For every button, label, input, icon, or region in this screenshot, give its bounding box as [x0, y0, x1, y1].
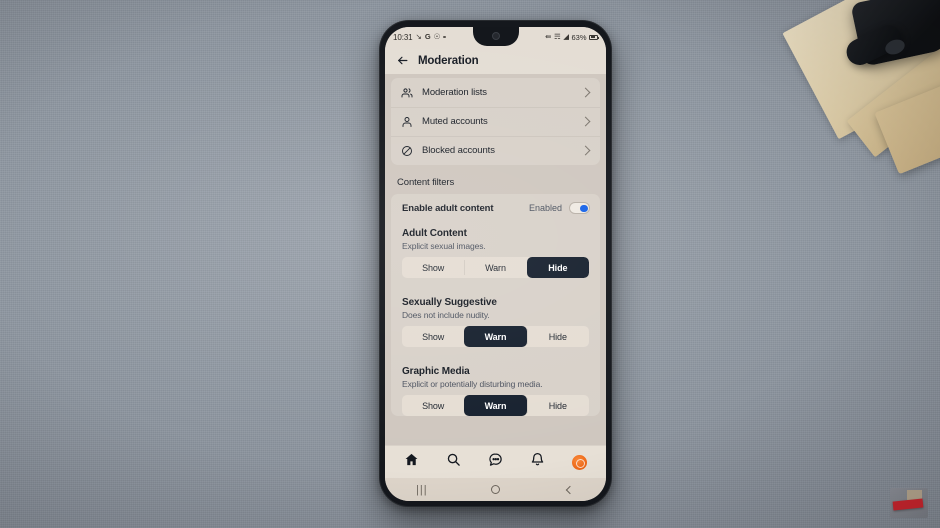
circle-icon — [490, 485, 500, 494]
app-header: Moderation — [385, 47, 606, 74]
sysnav-recents-button[interactable]: ||| — [409, 482, 435, 498]
recents-icon: ||| — [416, 483, 428, 496]
notch — [472, 27, 519, 46]
filter-name: Adult Content — [402, 228, 467, 239]
nav-messages-button[interactable] — [484, 451, 506, 473]
toggle-right-group: Enabled — [529, 202, 590, 214]
photo-scene: 10:31 ↘ G ☉ ⇚ ☴ ◢ 63% Moderation Moderat… — [0, 0, 940, 528]
segment-show[interactable]: Show — [402, 395, 464, 416]
back-arrow-icon[interactable] — [396, 54, 409, 67]
watermark-logo — [890, 488, 928, 518]
chat-icon — [488, 452, 503, 472]
chevron-left-icon — [565, 485, 575, 494]
segmented-control-sexually-suggestive: Show Warn Hide — [402, 326, 589, 347]
segment-warn[interactable]: Warn — [464, 257, 526, 278]
filter-block-sexually-suggestive: Sexually Suggestive Does not include nud… — [391, 291, 600, 347]
nav-home-button[interactable] — [401, 451, 423, 473]
status-bar-left: 10:31 ↘ G ☉ — [393, 33, 446, 42]
signal-icon: ◢ — [563, 32, 569, 42]
filter-description: Explicit sexual images. — [402, 241, 486, 251]
enable-adult-content-switch[interactable] — [569, 202, 590, 214]
segment-show[interactable]: Show — [402, 257, 464, 278]
filter-block-graphic-media: Graphic Media Explicit or potentially di… — [391, 360, 600, 416]
android-system-nav: ||| — [385, 478, 606, 501]
content-filters-heading: Content filters — [397, 177, 455, 188]
enable-adult-content-state: Enabled — [528, 203, 562, 213]
alarm-icon: ☉ — [433, 32, 441, 42]
page-title: Moderation — [418, 54, 479, 67]
nav-search-button[interactable] — [443, 451, 465, 473]
segmented-control-graphic-media: Show Warn Hide — [402, 395, 589, 416]
bell-icon — [530, 452, 545, 472]
chevron-right-icon — [580, 116, 591, 127]
person-icon — [400, 115, 413, 128]
battery-icon — [589, 34, 599, 40]
menu-item-moderation-lists[interactable]: Moderation lists — [391, 78, 600, 107]
status-bar-right: ⇚ ☴ ◢ 63% — [545, 32, 599, 42]
battery-percent: 63% — [571, 32, 587, 42]
share-icon: ⇚ — [545, 32, 552, 42]
phone-device: 10:31 ↘ G ☉ ⇚ ☴ ◢ 63% Moderation Moderat… — [379, 20, 612, 507]
menu-item-label: Moderation lists — [422, 87, 487, 98]
bottom-navigation-bar — [385, 445, 606, 478]
google-icon: G — [424, 32, 431, 42]
ban-icon — [400, 144, 413, 157]
phone-screen: 10:31 ↘ G ☉ ⇚ ☴ ◢ 63% Moderation Moderat… — [385, 27, 606, 501]
home-icon — [404, 452, 419, 472]
settings-content: Moderation lists Muted accounts Blocked … — [385, 74, 606, 445]
wifi-icon: ☴ — [553, 32, 561, 42]
nav-profile-button[interactable] — [568, 451, 590, 473]
segmented-control-adult-content: Show Warn Hide — [402, 257, 589, 278]
status-time: 10:31 — [393, 32, 413, 42]
menu-item-label: Blocked accounts — [422, 145, 495, 156]
segment-warn[interactable]: Warn — [464, 326, 527, 347]
dot-icon — [443, 35, 446, 39]
chevron-right-icon — [580, 87, 591, 98]
avatar-icon — [571, 454, 587, 470]
enable-adult-content-label: Enable adult content — [402, 202, 494, 214]
filter-description: Does not include nudity. — [402, 310, 490, 320]
menu-item-muted-accounts[interactable]: Muted accounts — [391, 107, 600, 136]
segment-show[interactable]: Show — [402, 326, 464, 347]
segment-hide[interactable]: Hide — [526, 395, 589, 416]
segment-hide[interactable]: Hide — [526, 257, 589, 278]
moderation-menu-card: Moderation lists Muted accounts Blocked … — [391, 78, 600, 165]
segment-warn[interactable]: Warn — [464, 395, 527, 416]
sysnav-back-button[interactable] — [556, 482, 582, 498]
people-icon — [400, 86, 413, 99]
segment-hide[interactable]: Hide — [526, 326, 589, 347]
menu-item-label: Muted accounts — [422, 116, 488, 127]
chevron-right-icon — [580, 145, 591, 156]
menu-item-blocked-accounts[interactable]: Blocked accounts — [391, 136, 600, 165]
filter-block-adult-content: Adult Content Explicit sexual images. Sh… — [391, 222, 600, 278]
nav-notifications-button[interactable] — [526, 451, 548, 473]
filter-description: Explicit or potentially disturbing media… — [402, 379, 543, 389]
front-camera-icon — [491, 32, 500, 40]
call-forward-icon: ↘ — [415, 32, 422, 42]
enable-adult-content-row[interactable]: Enable adult content Enabled — [391, 194, 600, 222]
watermark-bar — [892, 498, 924, 511]
filter-name: Graphic Media — [402, 366, 470, 377]
search-icon — [446, 452, 461, 472]
content-filters-card: Enable adult content Enabled Adult Conte… — [391, 194, 600, 416]
filter-name: Sexually Suggestive — [402, 297, 497, 308]
sysnav-home-button[interactable] — [482, 482, 508, 498]
